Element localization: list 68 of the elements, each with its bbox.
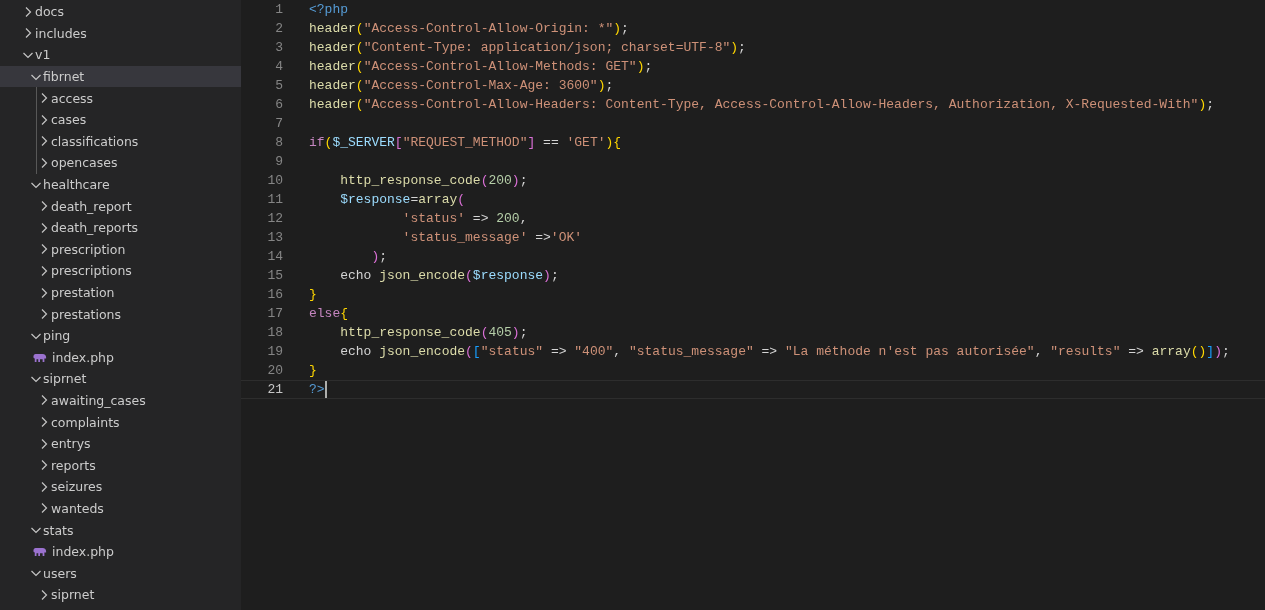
line-number: 14 [266,248,283,266]
line-number: 11 [266,191,283,209]
folder-item[interactable]: awaiting_cases [0,389,241,412]
code-line: } [309,362,317,380]
folder-item[interactable]: wanteds [0,497,241,520]
line-number: 16 [266,286,283,304]
line-number: 5 [274,77,283,95]
folder-item[interactable]: docs [0,1,241,23]
line-number: 10 [266,172,283,190]
folder-item[interactable]: death_reports [0,216,241,239]
code-line: echo json_encode(["status" => "400", "status_message" => "La méthode n'est pas autorisée", "results" => array()]); [339,343,1230,361]
code-line: else{ [309,305,349,323]
code-line: ); [370,248,388,266]
folder-item[interactable]: reports [0,454,241,477]
line-number: 2 [274,20,283,38]
line-number: 6 [274,96,283,114]
folder-item[interactable]: access [0,87,241,109]
code-line: http_response_code(405); [339,324,528,342]
folder-item[interactable]: v1 [0,44,241,66]
folder-item[interactable]: fibrnet [0,65,241,88]
folder-item[interactable]: opencases [0,152,241,174]
folder-item[interactable]: includes [0,22,241,45]
line-number: 13 [266,229,283,247]
code-line: } [309,286,317,304]
folder-item[interactable]: siprnet [0,368,241,390]
folder-item[interactable]: complaints [0,411,241,433]
folder-item[interactable]: healthcare [0,173,241,196]
folder-item[interactable]: cases [0,108,241,131]
folder-item[interactable]: users [0,562,241,585]
line-number: 3 [274,39,283,57]
folder-item[interactable]: siprnet [0,584,241,606]
code-line: <?php [309,1,348,19]
code-line: header("Access-Control-Allow-Headers: Content-Type, Access-Control-Allow-Headers, Authorization, X-Requested-With"); [309,96,1214,114]
file-item[interactable]: index.php [0,346,241,369]
code-line: header("Access-Control-Max-Age: 3600"); [309,77,614,95]
folder-item[interactable]: ping [0,324,241,347]
code-line: header("Content-Type: application/json; charset=UTF-8"); [309,39,746,57]
line-number: 19 [266,343,283,361]
code-line: 'status' => 200, [401,210,528,228]
line-number: 1 [274,1,283,19]
code-line: $response=array( [339,191,466,209]
code-line: header("Access-Control-Allow-Origin: *"); [309,20,629,38]
line-number: 12 [266,210,283,228]
folder-item[interactable]: prestations [0,303,241,325]
code-line: http_response_code(200); [339,172,528,190]
code-line: 'status_message' =>'OK' [401,229,583,247]
line-number: 21 [266,381,283,398]
line-number: 15 [266,267,283,285]
folder-item[interactable]: classifications [0,130,241,153]
file-item[interactable]: index.php [0,540,241,563]
line-number: 17 [266,305,283,323]
folder-item[interactable]: stats [0,519,241,541]
line-number: 18 [266,324,283,342]
code-line: echo json_encode($response); [339,267,559,285]
line-number: 4 [274,58,283,76]
code-line: header("Access-Control-Allow-Methods: GET"); [309,58,653,76]
code-line: ?> [309,381,327,398]
line-number: 7 [274,115,283,133]
folder-item[interactable]: prescription [0,238,241,261]
folder-item[interactable]: entrys [0,432,241,455]
folder-item[interactable]: prestation [0,281,241,304]
line-number: 20 [266,362,283,380]
code-line: if($_SERVER["REQUEST_METHOD"] == 'GET'){ [309,134,622,152]
folder-item[interactable]: seizures [0,476,241,498]
line-number: 8 [274,134,283,152]
folder-item[interactable]: prescriptions [0,260,241,282]
line-number: 9 [274,153,283,171]
folder-item[interactable]: death_report [0,195,241,217]
